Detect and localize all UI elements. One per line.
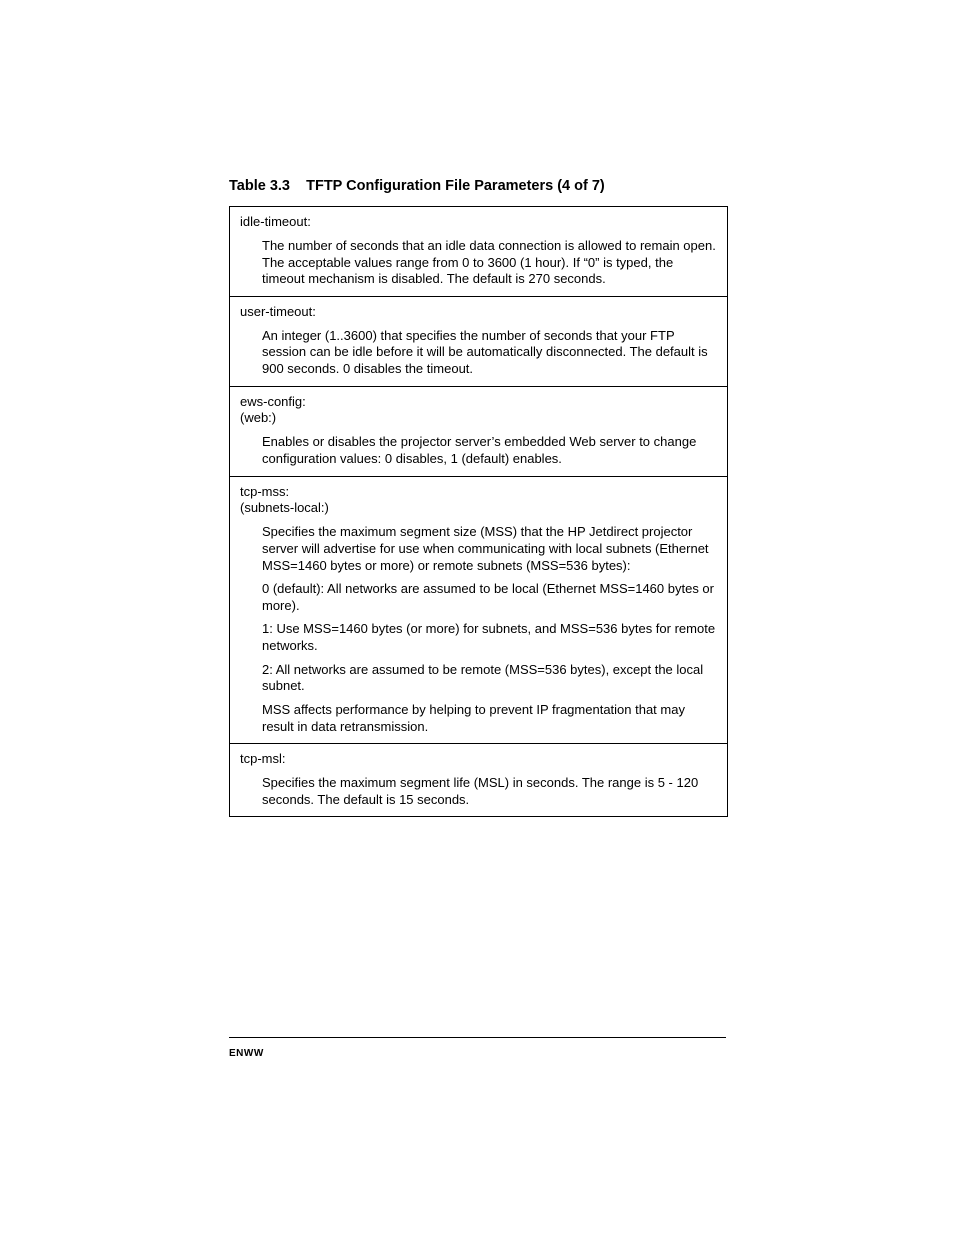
param-para: Specifies the maximum segment size (MSS)… <box>262 524 717 574</box>
param-para: Specifies the maximum segment life (MSL)… <box>262 775 717 808</box>
table-row: user-timeout: An integer (1..3600) that … <box>230 296 727 386</box>
caption-prefix: Table 3.3 <box>229 178 290 194</box>
param-name: idle-timeout: <box>240 214 717 231</box>
table-row: tcp-mss: (subnets-local:) Specifies the … <box>230 476 727 744</box>
param-para: 0 (default): All networks are assumed to… <box>262 581 717 614</box>
param-desc: Specifies the maximum segment size (MSS)… <box>262 524 717 735</box>
table-caption: Table 3.3 TFTP Configuration File Parame… <box>229 178 726 194</box>
param-para: 2: All networks are assumed to be remote… <box>262 662 717 695</box>
footer-left: ENWW <box>229 1048 264 1059</box>
param-alt-name: (subnets-local:) <box>240 500 717 517</box>
table-row: idle-timeout: The number of seconds that… <box>230 207 727 296</box>
param-para: 1: Use MSS=1460 bytes (or more) for subn… <box>262 621 717 654</box>
param-desc: Specifies the maximum segment life (MSL)… <box>262 775 717 808</box>
footer-rule <box>229 1037 726 1038</box>
caption-title: TFTP Configuration File Parameters (4 of… <box>306 178 605 194</box>
param-para: The number of seconds that an idle data … <box>262 238 717 288</box>
parameter-table: idle-timeout: The number of seconds that… <box>229 206 728 817</box>
param-para: Enables or disables the projector server… <box>262 434 717 467</box>
param-name: tcp-mss: <box>240 484 717 501</box>
param-para: An integer (1..3600) that specifies the … <box>262 328 717 378</box>
param-desc: An integer (1..3600) that specifies the … <box>262 328 717 378</box>
param-para: MSS affects performance by helping to pr… <box>262 702 717 735</box>
param-desc: Enables or disables the projector server… <box>262 434 717 467</box>
param-name: user-timeout: <box>240 304 717 321</box>
param-name: tcp-msl: <box>240 751 717 768</box>
param-name: ews-config: <box>240 394 717 411</box>
table-row: tcp-msl: Specifies the maximum segment l… <box>230 743 727 816</box>
param-alt-name: (web:) <box>240 410 717 427</box>
table-row: ews-config: (web:) Enables or disables t… <box>230 386 727 476</box>
param-desc: The number of seconds that an idle data … <box>262 238 717 288</box>
